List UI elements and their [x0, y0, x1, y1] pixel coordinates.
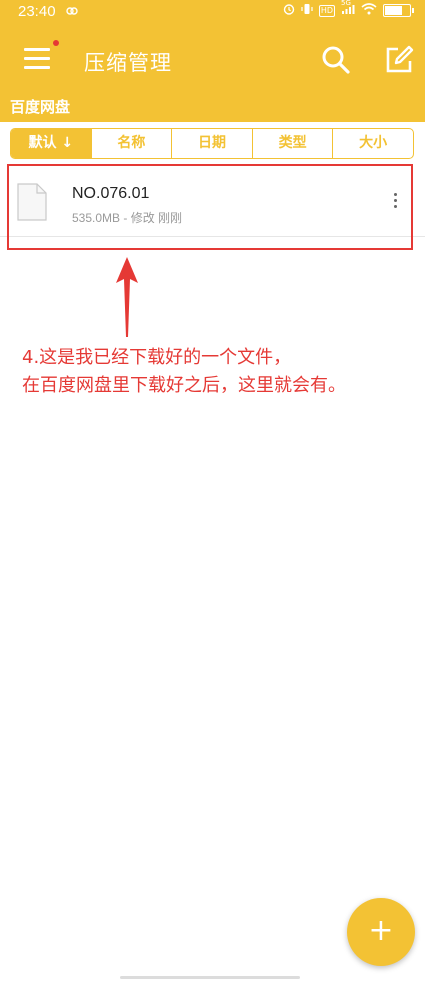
highlight-box — [7, 164, 413, 250]
plus-icon: + — [368, 913, 394, 948]
app-bar: 压缩管理 — [0, 24, 425, 94]
network-type: 5G — [341, 0, 351, 7]
edit-icon — [386, 45, 414, 73]
breadcrumb[interactable]: 百度网盘 — [10, 96, 70, 117]
edit-button[interactable] — [383, 44, 415, 76]
annotation-line-1: 4.这是我已经下载好的一个文件， — [22, 347, 292, 368]
status-icons: HD 5G — [283, 0, 414, 18]
sort-tabs: 默认 ↓ 名称 日期 类型 大小 — [10, 128, 414, 159]
hd-badge: HD — [318, 4, 335, 17]
notification-dot — [53, 40, 59, 46]
status-bar: 23:40 HD 5G — [0, 0, 425, 24]
tab-size[interactable]: 大小 — [332, 129, 413, 158]
menu-button[interactable] — [20, 40, 59, 76]
sort-area: 默认 ↓ 名称 日期 类型 大小 — [0, 122, 425, 166]
alarm-icon — [283, 3, 295, 18]
annotation-line-2: 在百度网盘里下载好之后，这里就会有。 — [22, 375, 346, 396]
signal-icon: 5G — [341, 0, 355, 18]
tab-type[interactable]: 类型 — [251, 129, 333, 158]
add-button[interactable]: + — [347, 898, 415, 966]
wifi-icon — [361, 3, 377, 18]
tab-name[interactable]: 名称 — [90, 129, 172, 158]
battery-icon — [383, 4, 414, 17]
search-icon — [322, 46, 350, 74]
annotation-text: 4.这是我已经下载好的一个文件， 在百度网盘里下载好之后，这里就会有。 — [22, 344, 422, 400]
page-title: 压缩管理 — [84, 51, 172, 75]
annotation-arrow-icon — [116, 257, 138, 337]
search-button[interactable] — [320, 44, 352, 76]
home-indicator[interactable] — [120, 976, 300, 979]
status-time: 23:40 — [18, 3, 56, 20]
tab-default[interactable]: 默认 ↓ — [11, 129, 91, 158]
vibrate-icon — [301, 3, 313, 18]
tab-date[interactable]: 日期 — [171, 129, 252, 158]
baidu-cloud-icon — [66, 4, 78, 18]
breadcrumb-bar: 百度网盘 — [0, 94, 425, 122]
